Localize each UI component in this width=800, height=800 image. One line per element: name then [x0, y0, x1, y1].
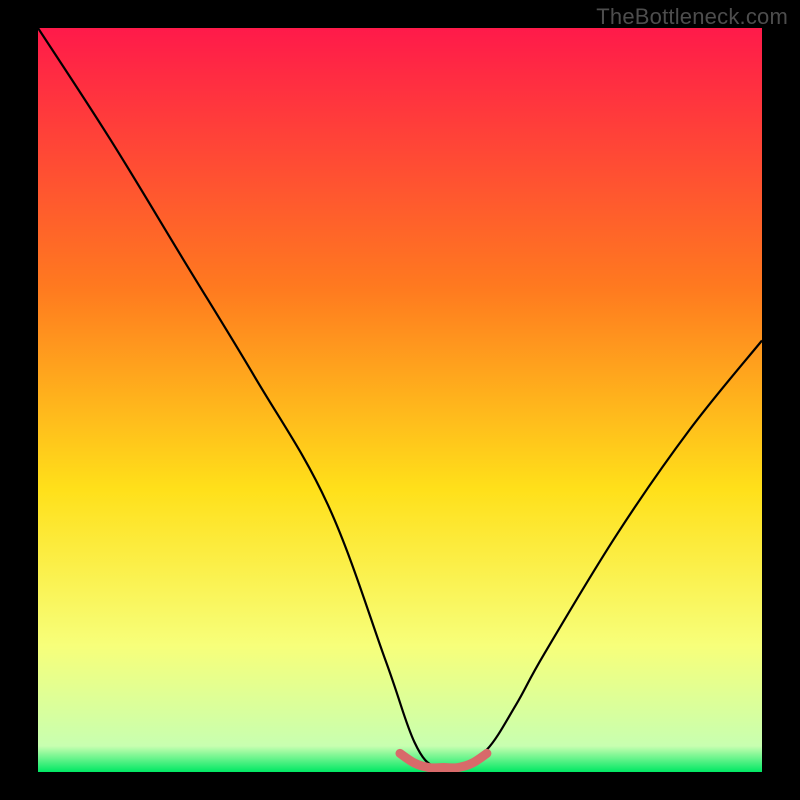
gradient-background — [38, 28, 762, 772]
chart-plot-area — [38, 28, 762, 772]
chart-svg — [38, 28, 762, 772]
watermark-text: TheBottleneck.com — [596, 4, 788, 30]
chart-frame: TheBottleneck.com — [0, 0, 800, 800]
